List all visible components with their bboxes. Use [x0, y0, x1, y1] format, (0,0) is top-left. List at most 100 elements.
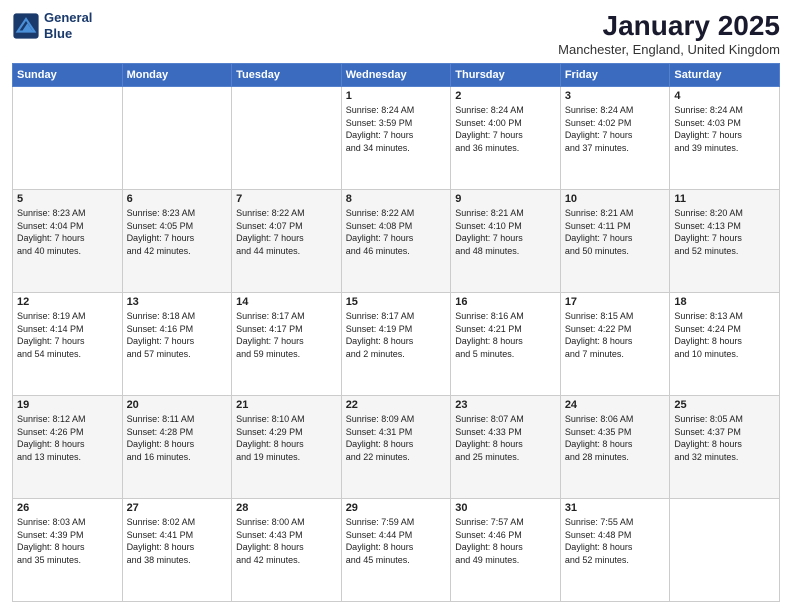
- day-number: 18: [674, 296, 775, 308]
- calendar-week-2: 5 Sunrise: 8:23 AM Sunset: 4:04 PM Daylig…: [13, 190, 780, 293]
- calendar-cell: 24Sunrise: 8:06 AM Sunset: 4:35 PM Dayli…: [560, 396, 670, 499]
- calendar-cell: 13 Sunrise: 8:18 AM Sunset: 4:16 PM Dayli…: [122, 293, 232, 396]
- cell-text: Sunrise: 8:12 AM Sunset: 4:26 PM Dayligh…: [17, 413, 118, 463]
- cell-text: Sunrise: 8:22 AM Sunset: 4:08 PM Dayligh…: [346, 207, 447, 257]
- cell-text: Sunrise: 8:24 AM Sunset: 4:02 PM Dayligh…: [565, 104, 666, 154]
- calendar-cell: 18 Sunrise: 8:13 AM Sunset: 4:24 PM Dayli…: [670, 293, 780, 396]
- calendar-cell: 12Sunrise: 8:19 AM Sunset: 4:14 PM Dayli…: [13, 293, 123, 396]
- day-number: 21: [236, 399, 337, 411]
- cell-text: Sunrise: 8:19 AM Sunset: 4:14 PM Dayligh…: [17, 310, 118, 360]
- cell-text: Sunrise: 8:15 AM Sunset: 4:22 PM Dayligh…: [565, 310, 666, 360]
- calendar-cell: 21 Sunrise: 8:10 AM Sunset: 4:29 PM Dayli…: [232, 396, 342, 499]
- calendar-week-3: 12Sunrise: 8:19 AM Sunset: 4:14 PM Dayli…: [13, 293, 780, 396]
- calendar-cell: 8 Sunrise: 8:22 AM Sunset: 4:08 PM Daylig…: [341, 190, 451, 293]
- day-number: 28: [236, 502, 337, 514]
- calendar-cell: 27 Sunrise: 8:02 AM Sunset: 4:41 PM Dayli…: [122, 499, 232, 602]
- cell-text: Sunrise: 8:24 AM Sunset: 4:00 PM Dayligh…: [455, 104, 556, 154]
- header: General Blue January 2025 Manchester, En…: [12, 10, 780, 57]
- calendar-cell: 16Sunrise: 8:16 AM Sunset: 4:21 PM Dayli…: [451, 293, 561, 396]
- day-number: 17: [565, 296, 666, 308]
- cell-text: Sunrise: 8:24 AM Sunset: 3:59 PM Dayligh…: [346, 104, 447, 154]
- calendar-cell: 10 Sunrise: 8:21 AM Sunset: 4:11 PM Dayli…: [560, 190, 670, 293]
- day-number: 9: [455, 193, 556, 205]
- calendar-cell: 2Sunrise: 8:24 AM Sunset: 4:00 PM Daylig…: [451, 87, 561, 190]
- page: General Blue January 2025 Manchester, En…: [0, 0, 792, 612]
- day-number: 1: [346, 90, 447, 102]
- calendar-cell: [13, 87, 123, 190]
- day-number: 5: [17, 193, 118, 205]
- day-number: 8: [346, 193, 447, 205]
- calendar-week-4: 19 Sunrise: 8:12 AM Sunset: 4:26 PM Dayli…: [13, 396, 780, 499]
- calendar-cell: 30 Sunrise: 7:57 AM Sunset: 4:46 PM Dayli…: [451, 499, 561, 602]
- calendar-cell: [122, 87, 232, 190]
- cell-text: Sunrise: 8:23 AM Sunset: 4:04 PM Dayligh…: [17, 207, 118, 257]
- location: Manchester, England, United Kingdom: [558, 42, 780, 57]
- day-number: 14: [236, 296, 337, 308]
- calendar-cell: 28 Sunrise: 8:00 AM Sunset: 4:43 PM Dayli…: [232, 499, 342, 602]
- cell-text: Sunrise: 8:07 AM Sunset: 4:33 PM Dayligh…: [455, 413, 556, 463]
- calendar-cell: [232, 87, 342, 190]
- calendar-cell: 31Sunrise: 7:55 AM Sunset: 4:48 PM Dayli…: [560, 499, 670, 602]
- calendar-table: SundayMondayTuesdayWednesdayThursdayFrid…: [12, 63, 780, 602]
- calendar-cell: 3Sunrise: 8:24 AM Sunset: 4:02 PM Daylig…: [560, 87, 670, 190]
- day-number: 25: [674, 399, 775, 411]
- day-number: 23: [455, 399, 556, 411]
- cell-text: Sunrise: 8:00 AM Sunset: 4:43 PM Dayligh…: [236, 516, 337, 566]
- cell-text: Sunrise: 8:11 AM Sunset: 4:28 PM Dayligh…: [127, 413, 228, 463]
- calendar-cell: 29Sunrise: 7:59 AM Sunset: 4:44 PM Dayli…: [341, 499, 451, 602]
- month-title: January 2025: [558, 10, 780, 42]
- cell-text: Sunrise: 8:21 AM Sunset: 4:10 PM Dayligh…: [455, 207, 556, 257]
- day-number: 31: [565, 502, 666, 514]
- cell-text: Sunrise: 8:13 AM Sunset: 4:24 PM Dayligh…: [674, 310, 775, 360]
- day-header-saturday: Saturday: [670, 64, 780, 87]
- cell-text: Sunrise: 8:09 AM Sunset: 4:31 PM Dayligh…: [346, 413, 447, 463]
- day-number: 26: [17, 502, 118, 514]
- day-number: 11: [674, 193, 775, 205]
- cell-text: Sunrise: 8:22 AM Sunset: 4:07 PM Dayligh…: [236, 207, 337, 257]
- calendar-cell: 7Sunrise: 8:22 AM Sunset: 4:07 PM Daylig…: [232, 190, 342, 293]
- calendar-cell: 19 Sunrise: 8:12 AM Sunset: 4:26 PM Dayli…: [13, 396, 123, 499]
- calendar-cell: 5 Sunrise: 8:23 AM Sunset: 4:04 PM Daylig…: [13, 190, 123, 293]
- logo-icon: [12, 12, 40, 40]
- day-number: 15: [346, 296, 447, 308]
- day-header-monday: Monday: [122, 64, 232, 87]
- day-number: 13: [127, 296, 228, 308]
- cell-text: Sunrise: 8:21 AM Sunset: 4:11 PM Dayligh…: [565, 207, 666, 257]
- calendar-body: 1 Sunrise: 8:24 AM Sunset: 3:59 PM Daylig…: [13, 87, 780, 602]
- cell-text: Sunrise: 8:03 AM Sunset: 4:39 PM Dayligh…: [17, 516, 118, 566]
- calendar-cell: 15Sunrise: 8:17 AM Sunset: 4:19 PM Dayli…: [341, 293, 451, 396]
- calendar-cell: 22Sunrise: 8:09 AM Sunset: 4:31 PM Dayli…: [341, 396, 451, 499]
- day-header-thursday: Thursday: [451, 64, 561, 87]
- day-number: 27: [127, 502, 228, 514]
- cell-text: Sunrise: 8:23 AM Sunset: 4:05 PM Dayligh…: [127, 207, 228, 257]
- cell-text: Sunrise: 8:24 AM Sunset: 4:03 PM Dayligh…: [674, 104, 775, 154]
- cell-text: Sunrise: 7:59 AM Sunset: 4:44 PM Dayligh…: [346, 516, 447, 566]
- cell-text: Sunrise: 7:57 AM Sunset: 4:46 PM Dayligh…: [455, 516, 556, 566]
- cell-text: Sunrise: 8:18 AM Sunset: 4:16 PM Dayligh…: [127, 310, 228, 360]
- cell-text: Sunrise: 8:17 AM Sunset: 4:17 PM Dayligh…: [236, 310, 337, 360]
- day-number: 30: [455, 502, 556, 514]
- day-header-wednesday: Wednesday: [341, 64, 451, 87]
- cell-text: Sunrise: 8:10 AM Sunset: 4:29 PM Dayligh…: [236, 413, 337, 463]
- calendar-week-5: 26 Sunrise: 8:03 AM Sunset: 4:39 PM Dayli…: [13, 499, 780, 602]
- calendar-header-row: SundayMondayTuesdayWednesdayThursdayFrid…: [13, 64, 780, 87]
- day-number: 20: [127, 399, 228, 411]
- title-area: January 2025 Manchester, England, United…: [558, 10, 780, 57]
- cell-text: Sunrise: 8:16 AM Sunset: 4:21 PM Dayligh…: [455, 310, 556, 360]
- day-number: 19: [17, 399, 118, 411]
- cell-text: Sunrise: 8:05 AM Sunset: 4:37 PM Dayligh…: [674, 413, 775, 463]
- calendar-cell: 6Sunrise: 8:23 AM Sunset: 4:05 PM Daylig…: [122, 190, 232, 293]
- logo: General Blue: [12, 10, 92, 41]
- day-number: 10: [565, 193, 666, 205]
- day-header-sunday: Sunday: [13, 64, 123, 87]
- cell-text: Sunrise: 8:20 AM Sunset: 4:13 PM Dayligh…: [674, 207, 775, 257]
- calendar-cell: [670, 499, 780, 602]
- calendar-cell: 11 Sunrise: 8:20 AM Sunset: 4:13 PM Dayli…: [670, 190, 780, 293]
- day-number: 4: [674, 90, 775, 102]
- cell-text: Sunrise: 8:02 AM Sunset: 4:41 PM Dayligh…: [127, 516, 228, 566]
- calendar-cell: 1 Sunrise: 8:24 AM Sunset: 3:59 PM Daylig…: [341, 87, 451, 190]
- calendar-cell: 4 Sunrise: 8:24 AM Sunset: 4:03 PM Daylig…: [670, 87, 780, 190]
- calendar-cell: 14 Sunrise: 8:17 AM Sunset: 4:17 PM Dayli…: [232, 293, 342, 396]
- day-header-tuesday: Tuesday: [232, 64, 342, 87]
- day-header-friday: Friday: [560, 64, 670, 87]
